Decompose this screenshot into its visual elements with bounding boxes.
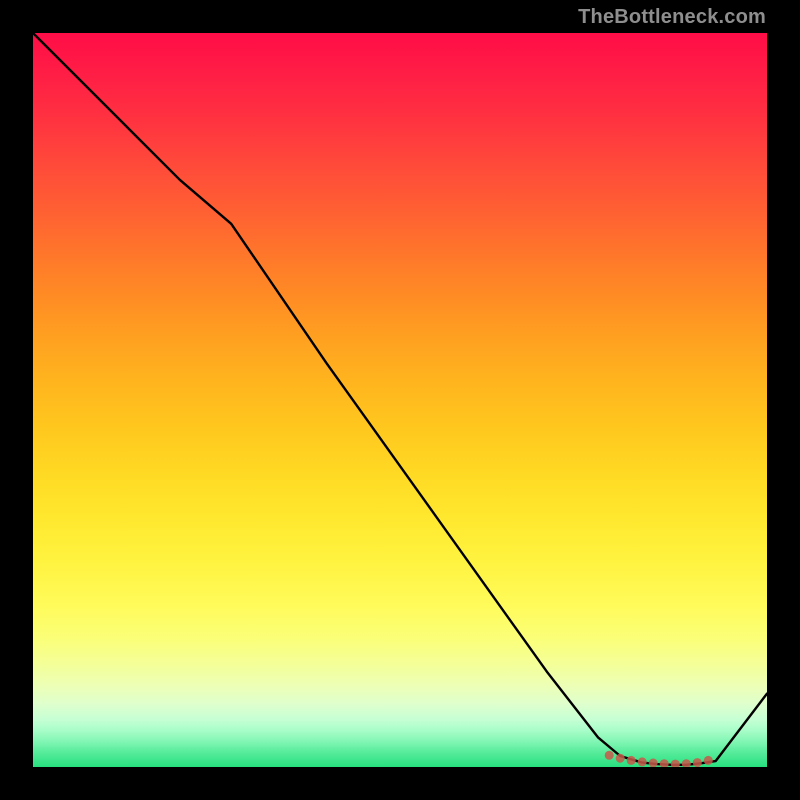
valley-marker <box>616 754 625 763</box>
chart-frame: TheBottleneck.com <box>0 0 800 800</box>
valley-marker <box>649 759 658 768</box>
valley-marker <box>682 759 691 767</box>
valley-marker <box>627 756 636 765</box>
chart-svg <box>33 33 767 767</box>
plot-area <box>33 33 767 767</box>
valley-marker <box>605 751 614 760</box>
chart-line <box>33 33 767 765</box>
valley-marker <box>671 760 680 767</box>
valley-marker <box>704 756 713 765</box>
valley-marker <box>660 759 669 767</box>
valley-marker <box>638 757 647 766</box>
watermark-text: TheBottleneck.com <box>578 6 766 29</box>
valley-marker <box>693 758 702 767</box>
